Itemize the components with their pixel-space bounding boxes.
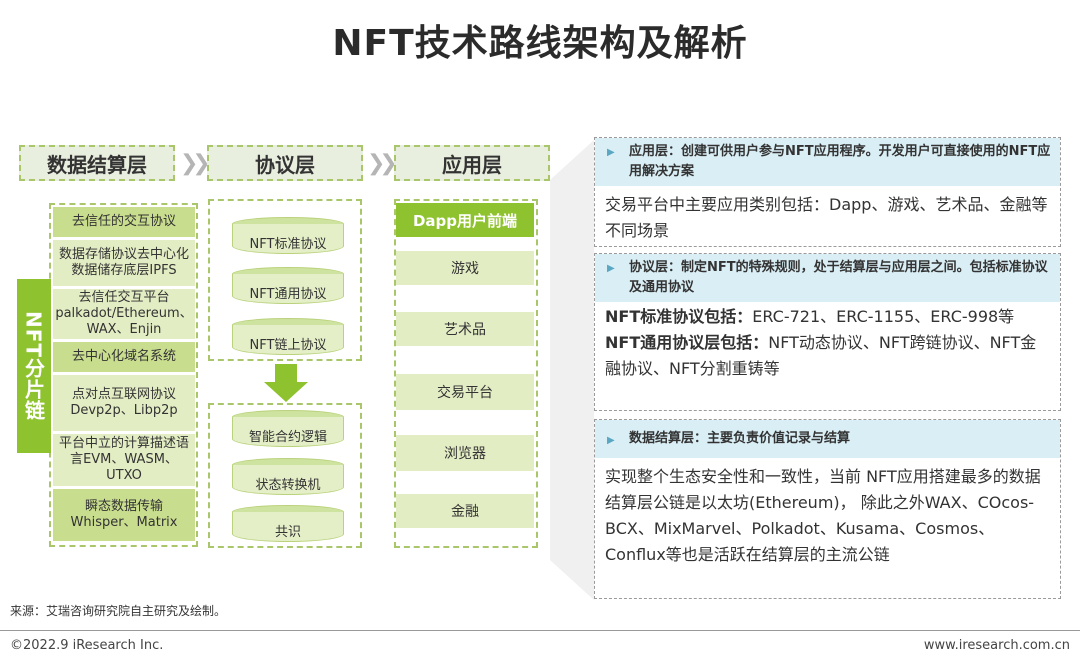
panel-header: ▶ 应用层：创建可供用户参与NFT应用程序。开发用户可直接使用的NFT应用解决方案 — [595, 138, 1060, 186]
app-item: 游戏 — [396, 251, 534, 285]
standard-protocol-text: ERC-721、ERC-1155、ERC-998等 — [752, 307, 1015, 326]
connector-wedge — [550, 140, 594, 600]
protocol-layer-panel: ▶ 协议层：制定NFT的特殊规则，处于结算层与应用层之间。包括标准协议及通用协议 … — [594, 253, 1061, 411]
arrow-down-icon — [264, 364, 308, 402]
settlement-item: 去信任交互平台palkadot/Ethereum、WAX、Enjin — [53, 289, 195, 339]
settlement-layer-panel: ▶ 数据结算层：主要负责价值记录与结算 实现整个生态安全性和一致性，当前 NFT应… — [594, 419, 1061, 599]
general-protocol-label: NFT通用协议层包括： — [605, 333, 769, 352]
dapp-frontend-header: Dapp用户前端 — [396, 203, 534, 237]
settlement-item: 数据存储协议去中心化数据储存底层IPFS — [53, 240, 195, 286]
triangle-right-icon: ▶ — [607, 435, 615, 446]
panel-body: NFT标准协议包括：ERC-721、ERC-1155、ERC-998等 NFT通… — [595, 302, 1060, 388]
app-item: 交易平台 — [396, 374, 534, 410]
application-layer-panel: ▶ 应用层：创建可供用户参与NFT应用程序。开发用户可直接使用的NFT应用解决方案… — [594, 137, 1061, 247]
triangle-right-icon: ▶ — [607, 147, 615, 158]
page-title: NFT技术路线架构及解析 — [332, 23, 748, 64]
panel-body: 实现整个生态安全性和一致性，当前 NFT应用搭建最多的数据结算层公链是以太坊(E… — [605, 467, 1041, 564]
copyright: ©2022.9 iResearch Inc. — [10, 638, 164, 653]
settlement-item: 去中心化域名系统 — [53, 342, 195, 372]
website-link[interactable]: www.iresearch.com.cn — [924, 638, 1070, 653]
settlement-item: 瞬态数据传输Whisper、Matrix — [53, 489, 195, 541]
source-note: 来源：艾瑞咨询研究院自主研究及绘制。 — [10, 604, 227, 618]
footer-divider — [0, 630, 1080, 631]
app-item: 浏览器 — [396, 435, 534, 471]
nft-shard-chain-label: NFT分片链 — [17, 279, 51, 453]
settlement-item: 去信任的交互协议 — [53, 207, 195, 237]
settlement-item: 平台中立的计算描述语言EVM、WASM、UTXO — [53, 434, 195, 486]
standard-protocol-label: NFT标准协议包括： — [605, 307, 753, 326]
protocol-layer-header: 协议层 — [207, 145, 363, 181]
panel-body: 交易平台中主要应用类别包括：Dapp、游戏、艺术品、金融等不同场景 — [605, 195, 1048, 240]
application-layer-header: 应用层 — [394, 145, 550, 181]
panel-header: ▶ 协议层：制定NFT的特殊规则，处于结算层与应用层之间。包括标准协议及通用协议 — [595, 254, 1060, 302]
app-item: 金融 — [396, 494, 534, 528]
panel-header: ▶ 数据结算层：主要负责价值记录与结算 — [595, 420, 1060, 458]
settlement-item: 点对点互联网协议Devp2p、Libp2p — [53, 375, 195, 431]
app-item: 艺术品 — [396, 312, 534, 346]
triangle-right-icon: ▶ — [607, 263, 615, 274]
settlement-layer-header: 数据结算层 — [19, 145, 175, 181]
